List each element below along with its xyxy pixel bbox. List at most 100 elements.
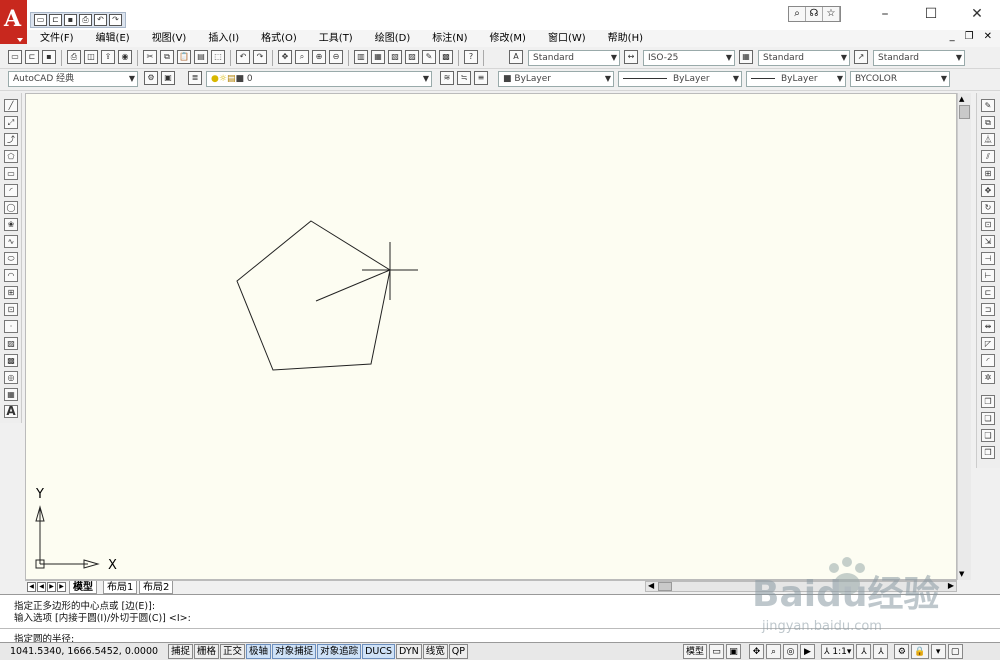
redo-icon[interactable]: ↷ — [253, 50, 267, 64]
dim-style-dropdown[interactable]: ISO-25 ▼ — [643, 50, 735, 66]
markup-icon[interactable]: ✎ — [422, 50, 436, 64]
paste-icon[interactable]: 📋 — [177, 50, 191, 64]
menu-dimension[interactable]: 标注(N) — [424, 30, 475, 47]
doc-close-icon[interactable]: ✕ — [984, 31, 992, 42]
new-icon[interactable]: ▭ — [34, 14, 47, 26]
annotation-scale[interactable]: ⅄ 1:1▾ — [821, 644, 855, 659]
make-layer-current-icon[interactable]: ≋ — [440, 71, 454, 85]
scroll-down-icon[interactable]: ▼ — [959, 570, 964, 578]
send-to-back-icon[interactable]: ❏ — [981, 412, 995, 425]
open-icon[interactable]: ⊏ — [49, 14, 62, 26]
tab-model[interactable]: 模型 — [69, 581, 97, 594]
revision-cloud-icon[interactable]: ❀ — [4, 218, 18, 231]
pan-icon[interactable]: ✥ — [278, 50, 292, 64]
auto-scale-icon[interactable]: ⅄ — [873, 644, 889, 659]
gradient-icon[interactable]: ▩ — [4, 354, 18, 367]
region-icon[interactable]: ◎ — [4, 371, 18, 384]
vertical-scrollbar[interactable]: ▲ ▼ — [957, 93, 971, 580]
text-style-dropdown[interactable]: Standard ▼ — [528, 50, 620, 66]
tab-prev-icon[interactable]: ◀ — [37, 582, 46, 592]
workspace-dropdown[interactable]: AutoCAD 经典 ▼ — [8, 71, 138, 87]
bring-above-icon[interactable]: ❑ — [981, 429, 995, 442]
lineweight-toggle[interactable]: 线宽 — [422, 644, 448, 659]
favorites-icon[interactable]: ☆ — [823, 7, 840, 21]
drawing-canvas[interactable]: Y X — [25, 93, 957, 580]
block-editor-icon[interactable]: ⬚ — [211, 50, 225, 64]
copy-object-icon[interactable]: ⧉ — [981, 116, 995, 129]
print-icon[interactable]: ⎙ — [67, 50, 81, 64]
chamfer-icon[interactable]: ◸ — [981, 337, 995, 350]
otrack-toggle[interactable]: 对象追踪 — [317, 644, 362, 659]
table-style-dropdown[interactable]: Standard ▼ — [758, 50, 850, 66]
line-icon[interactable]: ╱ — [4, 99, 18, 112]
status-menu-icon[interactable]: ▾ — [930, 644, 946, 659]
fillet-icon[interactable]: ◜ — [981, 354, 995, 367]
layer-states-icon[interactable]: ≡ — [474, 71, 488, 85]
tab-next-icon[interactable]: ▶ — [47, 582, 56, 592]
circle-icon[interactable]: ◯ — [4, 201, 18, 214]
rectangle-icon[interactable]: ▭ — [4, 167, 18, 180]
annotation-visibility-icon[interactable]: ⅄ — [856, 644, 872, 659]
lineweight-dropdown[interactable]: ByLayer ▼ — [746, 71, 846, 87]
layer-dropdown[interactable]: ●☼▤■ 0 ▼ — [206, 71, 432, 87]
erase-icon[interactable]: ✎ — [981, 99, 995, 112]
menu-file[interactable]: 文件(F) — [32, 30, 82, 47]
redo-icon[interactable]: ↷ — [109, 14, 122, 26]
zoom-realtime-icon[interactable]: ⌕ — [295, 50, 309, 64]
break-at-point-icon[interactable]: ⊏ — [981, 286, 995, 299]
quickcalc-icon[interactable]: ▩ — [439, 50, 453, 64]
undo-icon[interactable]: ↶ — [94, 14, 107, 26]
tab-last-icon[interactable]: ▶ — [57, 582, 66, 592]
move-icon[interactable]: ✥ — [981, 184, 995, 197]
scale-icon[interactable]: ⊡ — [981, 218, 995, 231]
ellipse-icon[interactable]: ⬭ — [4, 252, 18, 265]
osnap-toggle[interactable]: 对象捕捉 — [272, 644, 317, 659]
publish-icon[interactable]: ⇪ — [101, 50, 115, 64]
sheet-set-icon[interactable]: ▨ — [405, 50, 419, 64]
snap-toggle[interactable]: 捕捉 — [168, 644, 194, 659]
menu-insert[interactable]: 插入(I) — [200, 30, 247, 47]
vertical-scroll-thumb[interactable] — [959, 105, 970, 119]
layer-previous-icon[interactable]: ≒ — [457, 71, 471, 85]
workspace-save-icon[interactable]: ▣ — [161, 71, 175, 85]
menu-view[interactable]: 视图(V) — [144, 30, 195, 47]
layer-manager-icon[interactable]: ≣ — [188, 71, 202, 85]
3d-dwf-icon[interactable]: ◉ — [118, 50, 132, 64]
offset-icon[interactable]: ⫽ — [981, 150, 995, 163]
spline-icon[interactable]: ∿ — [4, 235, 18, 248]
copy-icon[interactable]: ⧉ — [160, 50, 174, 64]
arc-icon[interactable]: ◜ — [4, 184, 18, 197]
menu-edit[interactable]: 编辑(E) — [88, 30, 138, 47]
explode-icon[interactable]: ✲ — [981, 371, 995, 384]
quick-view-layouts-icon[interactable]: ▭ — [709, 644, 725, 659]
application-menu-button[interactable]: A — [0, 0, 27, 44]
trim-icon[interactable]: ⊣ — [981, 252, 995, 265]
quick-view-drawings-icon[interactable]: ▣ — [726, 644, 742, 659]
lock-icon[interactable]: 🔒 — [911, 644, 929, 659]
pan-status-icon[interactable]: ✥ — [749, 644, 765, 659]
tool-palettes-icon[interactable]: ▧ — [388, 50, 402, 64]
tab-layout1[interactable]: 布局1 — [103, 581, 138, 594]
zoom-window-icon[interactable]: ⊕ — [312, 50, 326, 64]
linetype-dropdown[interactable]: ByLayer ▼ — [618, 71, 742, 87]
dyn-toggle[interactable]: DYN — [396, 644, 422, 659]
zoom-status-icon[interactable]: ⌕ — [766, 644, 782, 659]
insert-block-icon[interactable]: ⊞ — [4, 286, 18, 299]
ortho-toggle[interactable]: 正交 — [220, 644, 246, 659]
tab-layout2[interactable]: 布局2 — [139, 581, 174, 594]
help-icon[interactable]: ? — [464, 50, 478, 64]
cut-icon[interactable]: ✂ — [143, 50, 157, 64]
menu-modify[interactable]: 修改(M) — [482, 30, 534, 47]
undo-icon[interactable]: ↶ — [236, 50, 250, 64]
match-properties-icon[interactable]: ▤ — [194, 50, 208, 64]
zoom-previous-icon[interactable]: ⊖ — [329, 50, 343, 64]
menu-format[interactable]: 格式(O) — [253, 30, 305, 47]
plotstyle-dropdown[interactable]: BYCOLOR ▼ — [850, 71, 950, 87]
menu-draw[interactable]: 绘图(D) — [367, 30, 419, 47]
array-icon[interactable]: ⊞ — [981, 167, 995, 180]
construction-line-icon[interactable]: ⤢ — [4, 116, 18, 129]
doc-restore-icon[interactable]: ❐ — [965, 31, 974, 42]
communication-icon[interactable]: ☊ — [806, 7, 823, 21]
qp-toggle[interactable]: QP — [448, 644, 468, 659]
open-icon[interactable]: ⊏ — [25, 50, 39, 64]
